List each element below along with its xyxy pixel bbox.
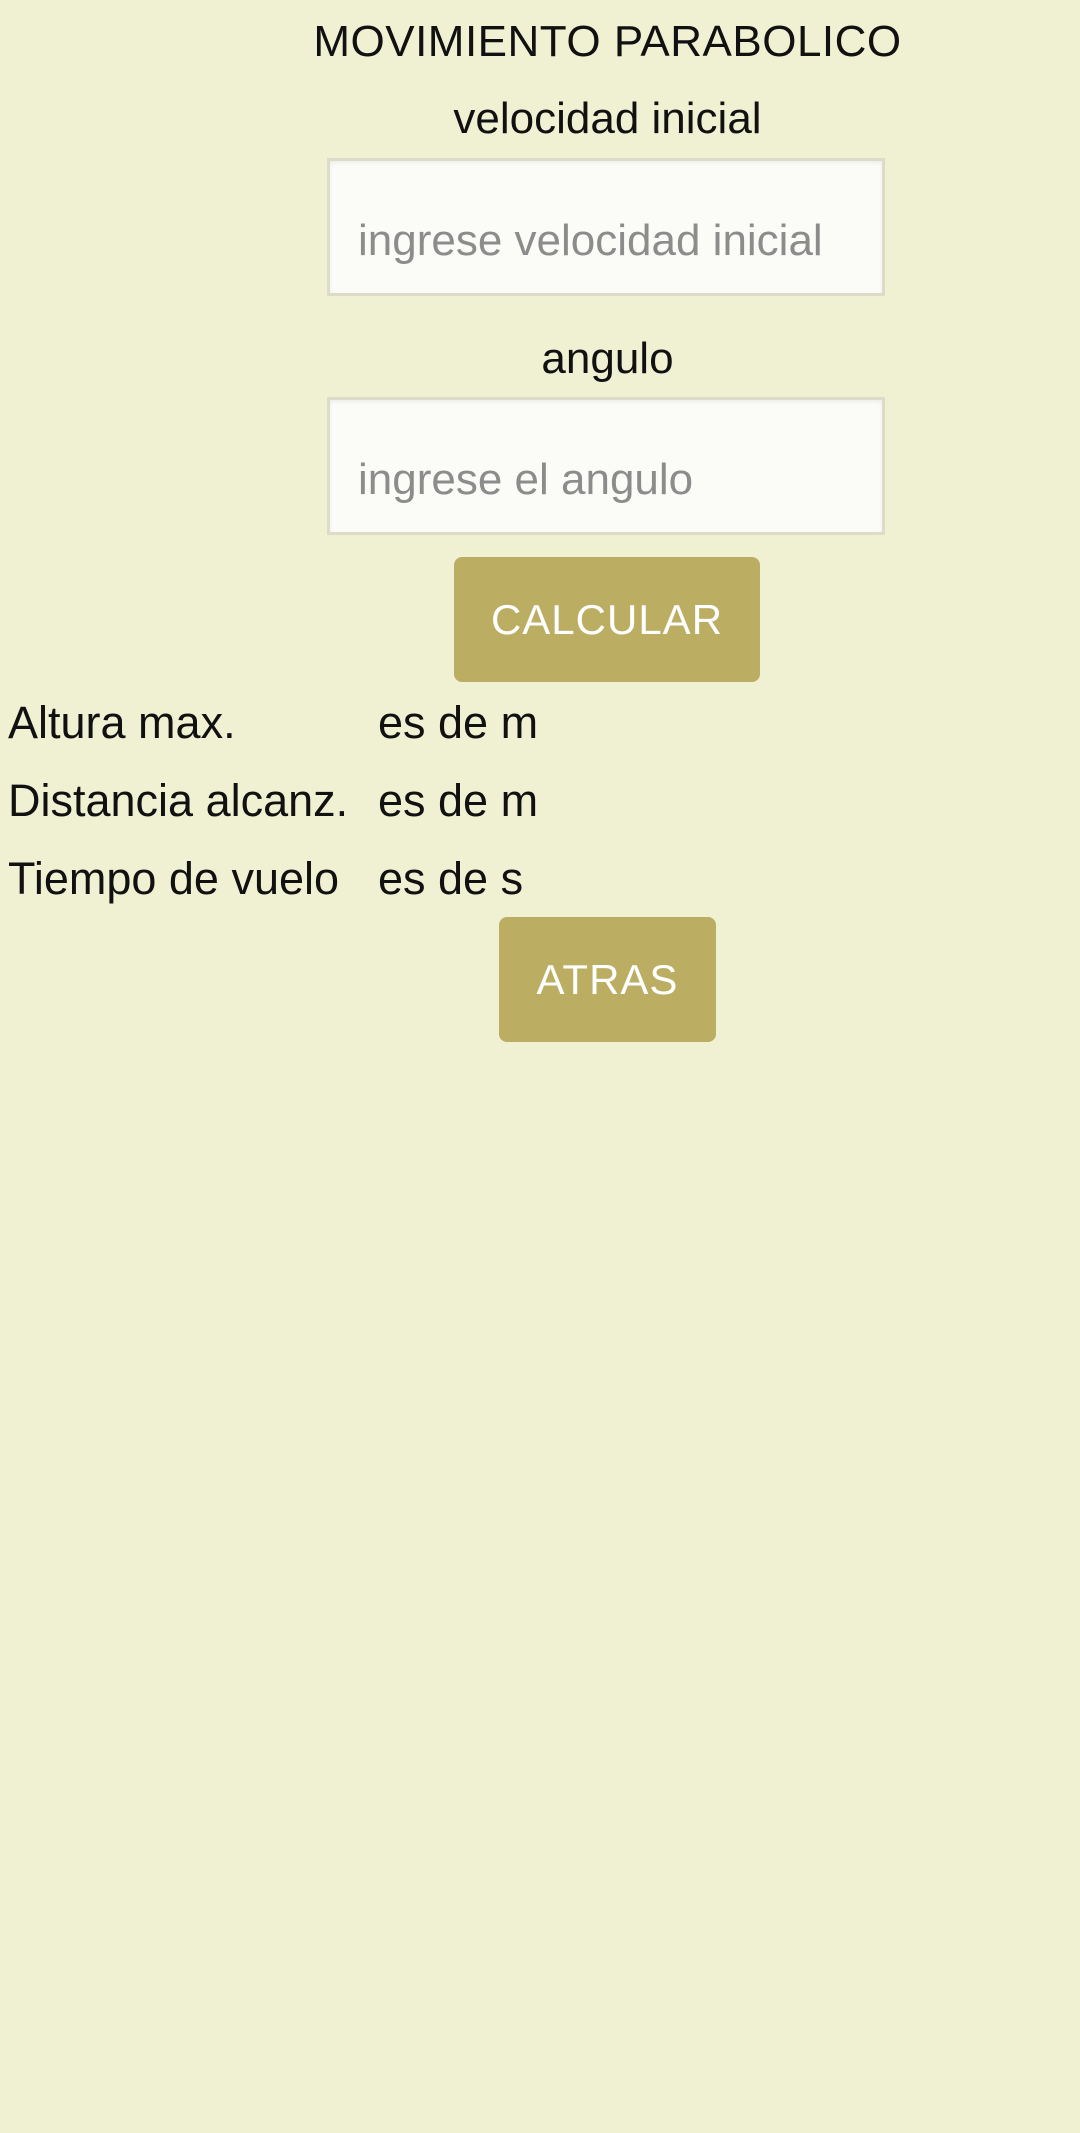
distance-value: es de m [378, 775, 539, 826]
page-title: MOVIMIENTO PARABOLICO [313, 17, 902, 66]
distance-label: Distancia alcanz. [8, 775, 349, 826]
calculate-button[interactable]: CALCULAR [454, 557, 760, 682]
angle-input-container[interactable] [327, 397, 885, 535]
velocity-input-container[interactable] [327, 158, 885, 296]
angle-input[interactable] [330, 400, 882, 532]
velocity-input[interactable] [330, 161, 882, 293]
back-button[interactable]: ATRAS [499, 917, 716, 1042]
max-height-value: es de m [378, 697, 539, 748]
max-height-label: Altura max. [8, 697, 236, 748]
velocity-label: velocidad inicial [453, 94, 762, 143]
flight-time-value: es de s [378, 853, 524, 904]
angle-label: angulo [541, 334, 674, 383]
flight-time-label: Tiempo de vuelo [8, 853, 340, 904]
